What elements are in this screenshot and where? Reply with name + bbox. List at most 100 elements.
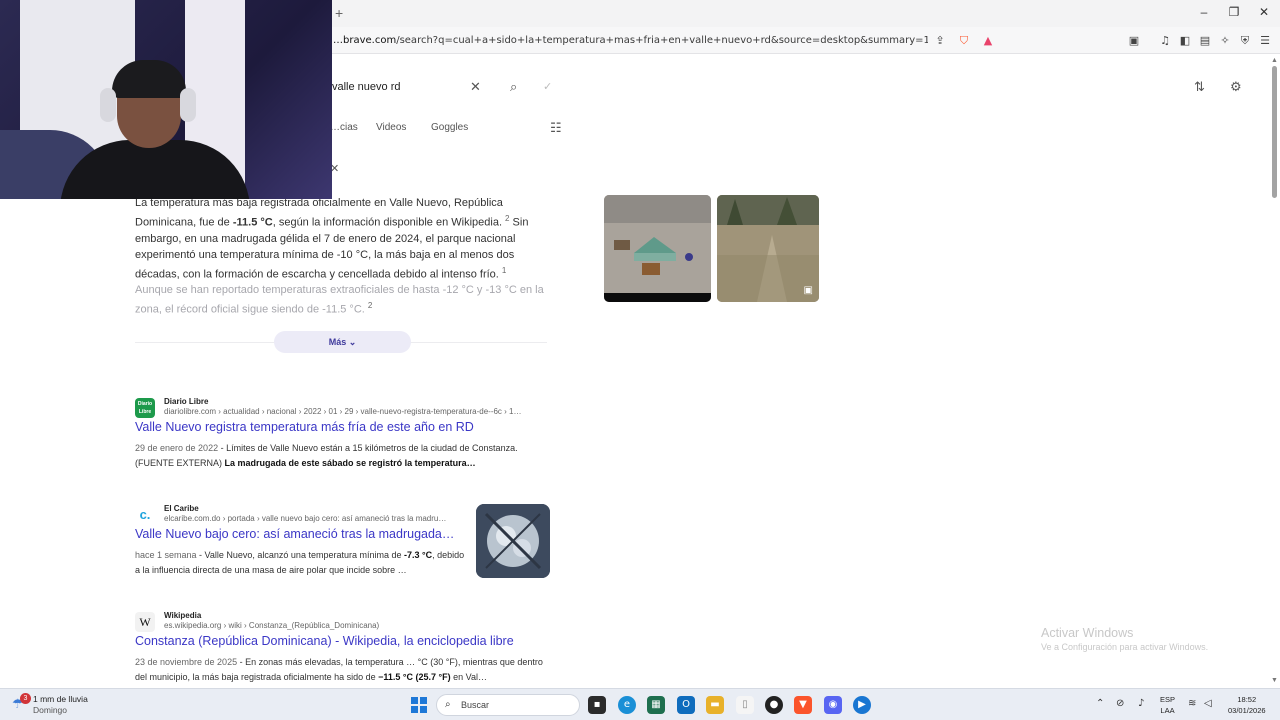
check-icon[interactable]: ✓ (543, 80, 552, 93)
url-domain: …brave.com (333, 35, 397, 46)
weather-text[interactable]: 1 mm de lluvia (33, 694, 88, 704)
clock-time: 18:52 (1237, 695, 1257, 704)
weather-badge: 3 (20, 693, 31, 704)
weather-day[interactable]: Domingo (33, 705, 67, 715)
microphone-icon[interactable]: ♪ (1138, 698, 1144, 709)
search-result: Diario Libre Diario Libre diariolibre.co… (135, 397, 555, 474)
result-snippet: 29 de enero de 2022 - Límites de Valle N… (135, 441, 547, 471)
headphones-icon (180, 88, 196, 122)
outlook-icon[interactable]: O (677, 696, 695, 714)
result-title-link[interactable]: Valle Nuevo registra temperatura más frí… (135, 420, 555, 434)
language-code: ESP (1160, 695, 1176, 704)
url-field[interactable]: …brave.com/search?q=cual+a+sido+la+tempe… (333, 35, 928, 46)
tab-videos[interactable]: Videos (376, 122, 406, 133)
discord-icon[interactable]: ◉ (824, 696, 842, 714)
summary-text-4: Aunque se han reportado temperaturas ext… (135, 284, 544, 316)
brave-browser-icon[interactable]: ▼ (794, 696, 812, 714)
snippet-highlight: La madrugada de este sábado se registró … (224, 458, 476, 468)
language-indicator[interactable]: ESP LAA (1160, 694, 1175, 716)
taskbar-search-label: Buscar (461, 700, 490, 710)
page-scrollbar[interactable] (1272, 66, 1277, 198)
image-gallery-icon[interactable]: ▣ (804, 285, 813, 296)
result-snippet: 23 de noviembre de 2025 - En zonas más e… (135, 655, 551, 685)
snippet-highlight: −11.5 °C (25.7 °F) (378, 672, 451, 682)
vpn-icon[interactable]: ⛨ (1237, 33, 1253, 49)
result-title-link[interactable]: Valle Nuevo bajo cero: así amaneció tras… (135, 527, 465, 541)
store-icon[interactable]: ▦ (647, 696, 665, 714)
show-more-button[interactable]: Más ⌄ (274, 331, 411, 353)
search-icon[interactable]: ⌕ (510, 79, 517, 95)
snippet-text: - Valle Nuevo, alcanzó una temperatura m… (196, 550, 404, 560)
app-icon[interactable]: ▶ (853, 696, 871, 714)
reader-mode-icon[interactable]: ▣ (1126, 33, 1142, 49)
edge-icon[interactable]: e (618, 696, 636, 714)
volume-icon[interactable]: ◁ (1204, 698, 1212, 709)
citation-link[interactable]: 1 (502, 266, 506, 275)
brave-shield-icon[interactable]: ⛉ (956, 33, 972, 49)
clock-date: 03/01/2026 (1228, 706, 1266, 715)
filters-icon[interactable]: ☷ (550, 121, 562, 136)
taskbar-search[interactable]: ⌕ Buscar (436, 694, 580, 716)
leo-ai-icon[interactable]: ✧ (1217, 33, 1233, 49)
summary-text-2: , según la información disponible en Wik… (272, 216, 503, 229)
result-snippet: hace 1 semana - Valle Nuevo, alcanzó una… (135, 548, 470, 578)
tab-news[interactable]: …cias (330, 122, 358, 133)
summary-highlight: -11.5 °C (232, 216, 273, 229)
task-view-icon[interactable]: ▪ (588, 696, 606, 714)
webcam-overlay (0, 0, 332, 199)
result-date: hace 1 semana (135, 550, 197, 560)
close-window-button[interactable]: ✕ (1254, 5, 1274, 19)
camera-off-icon[interactable]: ⊘ (1116, 698, 1124, 709)
tent-photo (604, 195, 711, 302)
media-icon[interactable]: ♫ (1157, 33, 1173, 49)
clear-icon[interactable]: ✕ (470, 79, 481, 95)
url-path: /search?q=cual+a+sido+la+temperatura+mas… (396, 35, 928, 46)
result-title-link[interactable]: Constanza (República Dominicana) - Wikip… (135, 634, 555, 648)
taskbar: ☂ 3 1 mm de lluvia Domingo ⌕ Buscar ▪ e … (0, 688, 1280, 720)
site-breadcrumb: es.wikipedia.org › wiki › Constanza_(Rep… (164, 621, 380, 630)
document-icon[interactable]: ▯ (736, 696, 754, 714)
result-date: 23 de noviembre de 2025 (135, 657, 238, 667)
image-result[interactable]: ▣ (717, 195, 819, 302)
search-box[interactable]: valle nuevo rd ✕ ⌕ ✓ (330, 72, 568, 104)
result-date: 29 de enero de 2022 (135, 443, 219, 453)
site-name: Diario Libre (164, 397, 209, 406)
webcam-person (112, 60, 186, 98)
wifi-icon[interactable]: ≋ (1188, 698, 1196, 709)
tray-overflow-icon[interactable]: ⌃ (1096, 698, 1104, 709)
search-icon: ⌕ (445, 699, 451, 710)
scroll-up-arrow-icon[interactable]: ▲ (1271, 57, 1278, 64)
wallet-icon[interactable]: ▤ (1197, 33, 1213, 49)
windows-start-icon[interactable] (411, 697, 427, 713)
sort-icon[interactable]: ⇅ (1194, 80, 1205, 95)
scroll-down-arrow-icon[interactable]: ▼ (1271, 677, 1278, 684)
watermark-subtitle: Ve a Configuración para activar Windows. (1041, 642, 1209, 652)
menu-icon[interactable]: ☰ (1257, 33, 1273, 49)
restore-button[interactable]: ❐ (1224, 5, 1244, 19)
snippet-text: en Val… (450, 672, 487, 682)
screen: { "browser": { "new_tab": "+", "url_pref… (0, 0, 1280, 720)
minimize-button[interactable]: – (1194, 5, 1214, 19)
chevron-down-icon: ⌄ (348, 337, 357, 347)
site-name: El Caribe (164, 504, 199, 513)
brave-rewards-icon[interactable]: ▲ (980, 33, 996, 49)
share-icon[interactable]: ⇪ (932, 33, 948, 49)
search-input[interactable]: valle nuevo rd (332, 81, 401, 93)
citation-link[interactable]: 2 (368, 301, 372, 310)
result-thumbnail[interactable] (476, 504, 550, 578)
settings-gear-icon[interactable]: ⚙ (1230, 80, 1242, 95)
new-tab-button[interactable]: + (335, 5, 343, 21)
sidebar-icon[interactable]: ◧ (1177, 33, 1193, 49)
clock[interactable]: 18:52 03/01/2026 (1228, 694, 1266, 716)
file-explorer-icon[interactable]: ▬ (706, 696, 724, 714)
site-breadcrumb: elcaribe.com.do › portada › valle nuevo … (164, 514, 447, 523)
ai-summary: La temperatura más baja registrada ofici… (135, 195, 547, 318)
activation-watermark: Activar Windows Ve a Configuración para … (1041, 626, 1208, 652)
obs-icon[interactable]: ● (765, 696, 783, 714)
site-name: Wikipedia (164, 611, 202, 620)
search-result: W Wikipedia es.wikipedia.org › wiki › Co… (135, 611, 555, 688)
layout-code: LAA (1160, 706, 1175, 715)
tab-goggles[interactable]: Goggles (431, 122, 468, 133)
image-result[interactable] (604, 195, 711, 302)
watermark-title: Activar Windows (1041, 626, 1134, 640)
